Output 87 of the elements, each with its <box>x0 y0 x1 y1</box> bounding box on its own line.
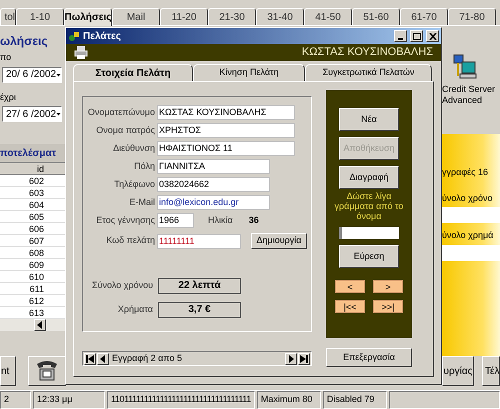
app-icon <box>68 30 80 42</box>
computer-icon <box>452 54 478 80</box>
results-header: ποτελέσματ <box>0 144 66 162</box>
status-bar-field: Disabled 79 <box>322 391 387 409</box>
customer-name-heading: ΚΩΣΤΑΣ ΚΟΥΣΙΝΟΒΑΛΗΣ <box>300 45 433 60</box>
age-value: 36 <box>248 214 259 227</box>
total-value: 3,7 € <box>158 302 241 318</box>
toolbar-button[interactable]: nt <box>0 356 16 386</box>
app-tab[interactable]: Πωλήσεις <box>64 8 112 26</box>
app-tab[interactable]: 21-30 <box>208 8 256 25</box>
last-record-button[interactable] <box>298 352 310 364</box>
toolbar-button[interactable]: υργίας <box>442 356 474 386</box>
field-label: Τηλέφωνο <box>113 178 155 191</box>
field-label: Ονομα πατρός <box>95 124 155 137</box>
text-field[interactable]: ΓΙΑΝΝΙΤΣΑ <box>157 159 270 174</box>
status-bar-field: 12:33 μμ <box>33 391 105 409</box>
field-label: Ονοματεπώνυμο <box>86 106 155 119</box>
app-tab[interactable]: 31-40 <box>256 8 304 25</box>
printer-icon <box>74 46 88 59</box>
previous-record-button[interactable] <box>97 352 109 364</box>
text-field[interactable]: ΚΩΣΤΑΣ ΚΟΥΣΙΝΟΒΑΛΗΣ <box>157 105 295 120</box>
app-tab[interactable]: 71-80 <box>448 8 496 25</box>
search-button[interactable]: Εύρεση <box>339 245 399 268</box>
edit-button[interactable]: Επεξεργασία <box>326 348 412 367</box>
text-field[interactable]: ΗΦΑΙΣΤΙΟΝΟΣ 11 <box>157 141 295 156</box>
search-hint: Δώστε λίγα γράμματα από το όνομα <box>334 191 404 221</box>
field-label: Πόλη <box>133 160 155 173</box>
section-title: ωλήσεις <box>0 33 49 50</box>
date-field[interactable]: 20/ 6 /2002 <box>2 66 62 82</box>
navigation-button[interactable]: < <box>335 280 365 293</box>
status-bar-field: Maximum 80 <box>256 391 321 409</box>
next-record-button[interactable] <box>285 352 297 364</box>
field-label: έχρι <box>0 90 17 104</box>
field-label: Ετος γέννησης <box>95 214 155 227</box>
search-field[interactable] <box>339 227 399 239</box>
field-label: Κωδ πελάτη <box>105 234 155 248</box>
text-field[interactable]: 11111111 <box>157 234 241 248</box>
text-field[interactable]: 0382024662 <box>157 177 270 192</box>
window-title: Πελάτες <box>83 30 122 44</box>
create-button[interactable]: Δημιουργία <box>251 233 307 249</box>
field-label: πο <box>0 51 12 64</box>
app-tab[interactable]: 51-60 <box>352 8 400 25</box>
navigation-button[interactable]: >>| <box>373 300 403 313</box>
records-count: γγραφές 16 <box>442 166 490 179</box>
next-icon <box>286 354 296 364</box>
app-tab[interactable]: 41-50 <box>304 8 352 25</box>
total-label: Σύνολο χρόνου <box>91 279 153 292</box>
app-tab[interactable]: 1-10 <box>16 8 64 25</box>
action-button[interactable]: Διαγραφή <box>339 166 399 189</box>
navigation-button[interactable]: |<< <box>335 300 365 313</box>
first-record-icon <box>86 354 94 362</box>
status-bar-field: 2 <box>0 391 31 409</box>
record-counter: Εγγραφή 2 απο 5 <box>111 352 183 365</box>
column-header: id <box>0 163 66 175</box>
app-tab[interactable]: 11-20 <box>160 8 208 25</box>
phone-button[interactable] <box>28 356 66 386</box>
total-money-label: ύνολο χρημά <box>442 229 494 242</box>
navigation-button[interactable]: > <box>373 280 403 293</box>
field-label: Ηλικία <box>208 214 233 227</box>
server-label: Credit Server Advanced <box>442 84 496 106</box>
maximize-icon <box>412 32 420 40</box>
close-button[interactable] <box>426 30 439 42</box>
minimize-button[interactable] <box>394 30 407 42</box>
app-tab[interactable]: 61-70 <box>400 8 448 25</box>
close-icon <box>428 32 436 40</box>
previous-icon <box>98 354 108 364</box>
last-record-icon <box>300 354 308 362</box>
text-field[interactable]: info@lexicon.edu.gr <box>157 195 270 210</box>
telephone-icon <box>35 359 59 381</box>
total-label: Χρήματα <box>116 303 153 316</box>
dialog-tab[interactable]: Συγκετρωτικά Πελατών <box>305 64 432 81</box>
total-value: 22 λεπτά <box>158 278 241 294</box>
dialog-tab[interactable]: Στοιχεία Πελάτη <box>73 64 193 82</box>
text-field[interactable]: ΧΡΗΣΤΟΣ <box>157 123 295 138</box>
status-bar-field: 11011111111111111111111111111111111 <box>107 391 255 409</box>
action-button[interactable]: Νέα <box>339 108 399 131</box>
text-field[interactable]: 1966 <box>157 213 194 228</box>
date-field[interactable]: 27/ 6 /2002 <box>2 106 62 122</box>
field-label: Διεύθυνση <box>112 142 155 155</box>
field-label: E-Mail <box>128 196 155 209</box>
maximize-button[interactable] <box>410 30 423 42</box>
app-tab[interactable]: tol <box>0 8 16 25</box>
dialog-tab[interactable]: Κίνηση Πελάτη <box>193 64 305 81</box>
first-record-button[interactable] <box>84 352 96 364</box>
total-time-label: ύνολο χρόνο <box>442 192 494 205</box>
app-tab[interactable]: Mail <box>112 8 160 25</box>
scrollbar[interactable] <box>0 319 66 331</box>
